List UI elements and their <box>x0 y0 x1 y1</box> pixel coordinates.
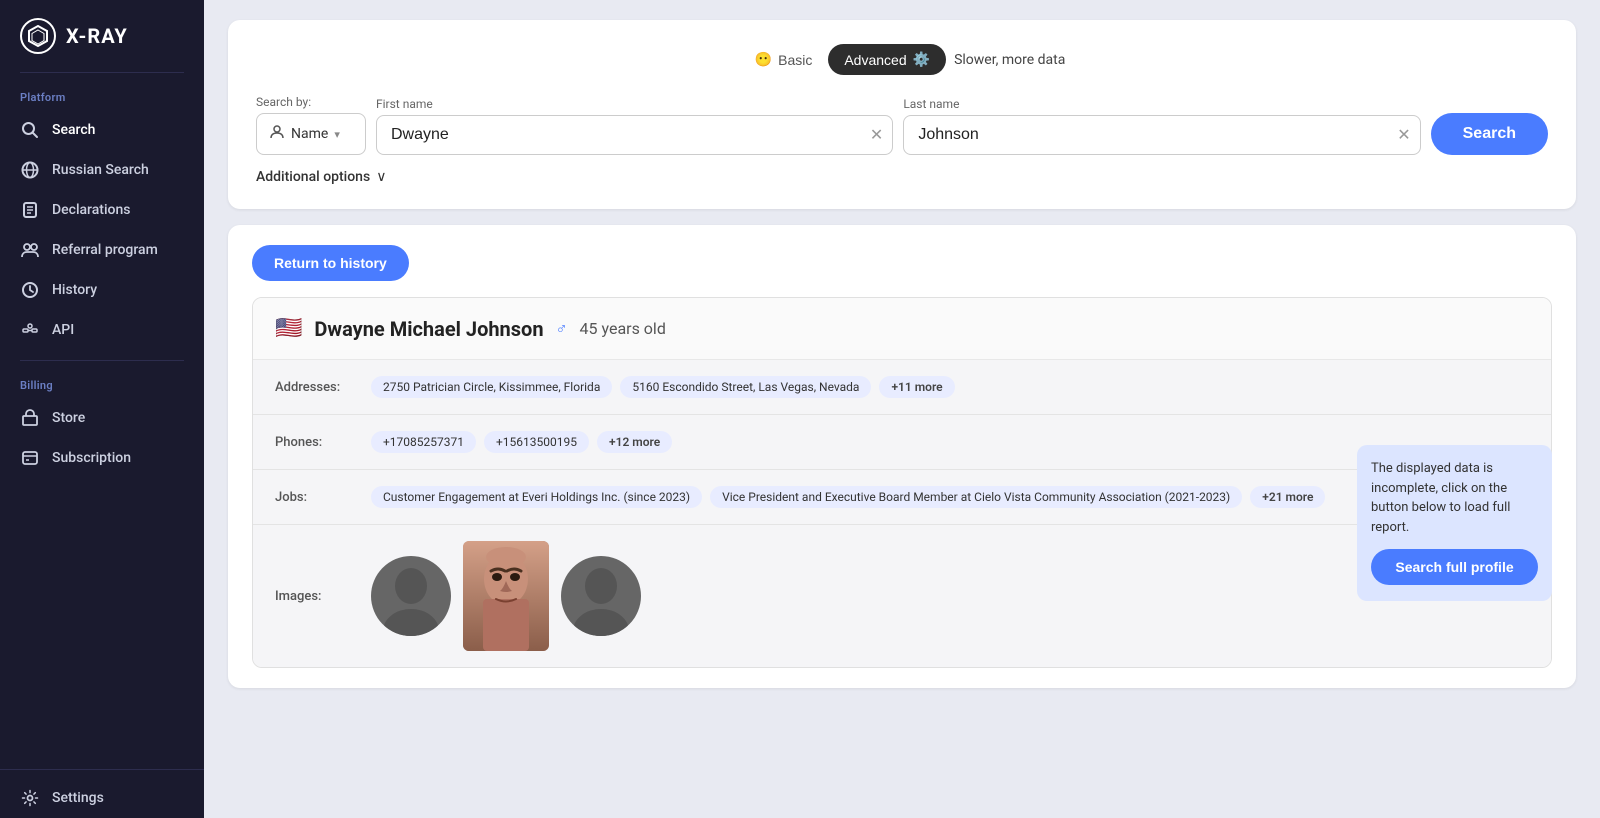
chevron-down-icon: ∨ <box>376 169 386 185</box>
first-name-clear-button[interactable]: ✕ <box>870 125 883 145</box>
history-icon <box>20 280 40 300</box>
declarations-icon <box>20 200 40 220</box>
callout-content: The displayed data is incomplete, click … <box>1357 445 1552 601</box>
search-panel: 😶 Basic Advanced ⚙️ Slower, more data Se… <box>228 20 1576 209</box>
return-to-history-button[interactable]: Return to history <box>252 245 409 281</box>
last-name-wrap: ✕ <box>903 115 1420 155</box>
search-row: Search by: Name ▾ First name ✕ <box>256 95 1548 155</box>
mode-basic-button[interactable]: 😶 Basic <box>739 44 829 75</box>
sidebar-item-referral[interactable]: Referral program <box>0 230 204 270</box>
sidebar-item-declarations[interactable]: Declarations <box>0 190 204 230</box>
jobs-label: Jobs: <box>275 486 355 505</box>
sidebar-bottom: Settings <box>0 769 204 818</box>
search-full-profile-button[interactable]: Search full profile <box>1371 549 1538 585</box>
tag: 2750 Patrician Circle, Kissimmee, Florid… <box>371 376 612 398</box>
search-by-label: Search by: <box>256 95 366 109</box>
callout-box: The displayed data is incomplete, click … <box>1357 445 1552 601</box>
sidebar-item-search-label: Search <box>52 122 95 138</box>
chevron-down-icon: ▾ <box>334 128 340 141</box>
callout-text: The displayed data is incomplete, click … <box>1371 459 1538 537</box>
last-name-input[interactable] <box>903 115 1420 155</box>
phones-tags: +17085257371 +15613500195 +12 more <box>371 431 672 453</box>
jobs-tags: Customer Engagement at Everi Holdings In… <box>371 486 1325 508</box>
referral-icon <box>20 240 40 260</box>
main-content: 😶 Basic Advanced ⚙️ Slower, more data Se… <box>204 0 1600 818</box>
platform-label: Platform <box>0 73 204 110</box>
advanced-emoji: ⚙️ <box>913 51 930 68</box>
logo-icon <box>20 18 56 54</box>
person-photo <box>463 541 549 651</box>
mode-slower-text: Slower, more data <box>954 52 1065 68</box>
last-name-clear-button[interactable]: ✕ <box>1397 125 1410 145</box>
search-by-group: Search by: Name ▾ <box>256 95 366 155</box>
tag: 5160 Escondido Street, Las Vegas, Nevada <box>620 376 871 398</box>
sidebar-item-search[interactable]: Search <box>0 110 204 150</box>
basic-emoji: 😶 <box>755 51 772 68</box>
phones-label: Phones: <box>275 431 355 450</box>
addresses-tags: 2750 Patrician Circle, Kissimmee, Florid… <box>371 376 955 398</box>
avatar-2 <box>561 556 641 636</box>
settings-icon <box>20 788 40 808</box>
gender-icon: ♂ <box>556 319 568 339</box>
sidebar-item-api-label: API <box>52 322 74 338</box>
person-icon <box>269 124 285 144</box>
images-label: Images: <box>275 589 355 604</box>
first-name-label: First name <box>376 97 893 111</box>
sidebar-item-russian-search[interactable]: Russian Search <box>0 150 204 190</box>
tag: +15613500195 <box>484 431 589 453</box>
subscription-icon <box>20 448 40 468</box>
avatar-head-1 <box>371 556 451 636</box>
billing-label: Billing <box>0 361 204 398</box>
sidebar-item-settings-label: Settings <box>52 790 104 806</box>
profile-header: 🇺🇸 Dwayne Michael Johnson ♂ 45 years old <box>253 298 1551 360</box>
last-name-label: Last name <box>903 97 1420 111</box>
sidebar-item-api[interactable]: API <box>0 310 204 350</box>
sidebar: X-RAY Platform Search Russian Search Dec… <box>0 0 204 818</box>
tag: Customer Engagement at Everi Holdings In… <box>371 486 702 508</box>
sidebar-item-referral-label: Referral program <box>52 242 158 258</box>
images-grid <box>371 541 641 651</box>
tag-more: +12 more <box>597 431 672 453</box>
sidebar-item-history-label: History <box>52 282 97 298</box>
advanced-label: Advanced <box>844 52 906 68</box>
sidebar-item-russian-search-label: Russian Search <box>52 162 149 178</box>
sidebar-item-history[interactable]: History <box>0 270 204 310</box>
mode-basic-label: Basic <box>778 52 812 68</box>
first-name-input[interactable] <box>376 115 893 155</box>
additional-options[interactable]: Additional options ∨ <box>256 169 1548 185</box>
mode-advanced-button[interactable]: Advanced ⚙️ <box>828 44 946 75</box>
addresses-row: Addresses: 2750 Patrician Circle, Kissim… <box>253 360 1551 415</box>
sidebar-item-settings[interactable]: Settings <box>0 778 204 818</box>
sidebar-item-subscription-label: Subscription <box>52 450 131 466</box>
search-by-value: Name <box>291 126 328 142</box>
first-name-group: First name ✕ <box>376 97 893 155</box>
mode-selector: 😶 Basic Advanced ⚙️ Slower, more data <box>256 44 1548 75</box>
avatar-1 <box>371 556 451 636</box>
search-by-select[interactable]: Name ▾ <box>256 113 366 155</box>
sidebar-item-store[interactable]: Store <box>0 398 204 438</box>
first-name-wrap: ✕ <box>376 115 893 155</box>
sidebar-item-declarations-label: Declarations <box>52 202 130 218</box>
api-icon <box>20 320 40 340</box>
globe-icon <box>20 160 40 180</box>
tag-more: +21 more <box>1250 486 1325 508</box>
flag-icon: 🇺🇸 <box>275 316 302 341</box>
search-icon <box>20 120 40 140</box>
profile-age: 45 years old <box>580 319 666 338</box>
avatar-head-2 <box>561 556 641 636</box>
sidebar-item-store-label: Store <box>52 410 85 426</box>
store-icon <box>20 408 40 428</box>
tag: +17085257371 <box>371 431 476 453</box>
tag-more: +11 more <box>879 376 954 398</box>
results-panel: Return to history 🇺🇸 Dwayne Michael John… <box>228 225 1576 688</box>
logo: X-RAY <box>0 0 204 72</box>
addresses-label: Addresses: <box>275 376 355 395</box>
last-name-group: Last name ✕ <box>903 97 1420 155</box>
tag: Vice President and Executive Board Membe… <box>710 486 1242 508</box>
search-button[interactable]: Search <box>1431 113 1548 155</box>
sidebar-item-subscription[interactable]: Subscription <box>0 438 204 478</box>
additional-options-label: Additional options <box>256 169 370 185</box>
profile-name: Dwayne Michael Johnson <box>314 317 543 341</box>
logo-text: X-RAY <box>66 24 128 48</box>
